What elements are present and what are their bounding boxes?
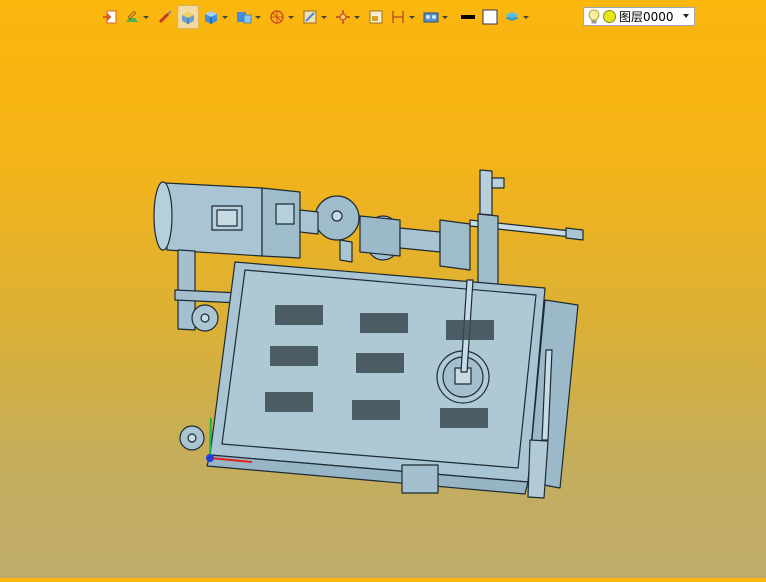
section-view-button[interactable] — [300, 6, 331, 28]
section-view-icon — [303, 10, 317, 24]
layer-select[interactable]: 图层0000 — [583, 7, 695, 26]
cad-model[interactable] — [0, 0, 766, 578]
fill-color-icon — [482, 9, 498, 25]
view-orient-icon — [270, 10, 284, 24]
fill-color-button[interactable] — [480, 6, 500, 28]
exit-sketch-button[interactable] — [100, 6, 120, 28]
view-orient-button[interactable] — [267, 6, 298, 28]
render-button[interactable] — [421, 6, 452, 28]
measure-icon — [392, 11, 404, 23]
frame-icon — [369, 10, 383, 24]
axis-y — [209, 417, 212, 459]
line-color-button[interactable] — [458, 6, 478, 28]
sketch-tools-icon — [126, 10, 138, 22]
view-toolbar — [100, 5, 533, 29]
sketch-tools-button[interactable] — [122, 6, 153, 28]
motor-end-cap — [153, 181, 173, 251]
measure-button[interactable] — [388, 6, 419, 28]
axis-origin — [206, 454, 214, 462]
shaded-view-icon — [182, 12, 194, 24]
layer-name: 图层0000 — [619, 10, 674, 24]
chevron-down-icon[interactable] — [683, 14, 689, 18]
display-mode-icon — [237, 12, 252, 24]
layer-color-dot — [603, 10, 616, 23]
solid-box-icon — [205, 11, 217, 24]
layer-stack-icon — [505, 12, 519, 21]
display-mode-button[interactable] — [234, 6, 265, 28]
render-icon — [423, 12, 439, 23]
brush-button[interactable] — [155, 6, 175, 28]
solid-box-button[interactable] — [201, 6, 232, 28]
frame-button[interactable] — [366, 6, 386, 28]
lightbulb-icon[interactable] — [587, 9, 601, 25]
snap-point-button[interactable] — [333, 6, 364, 28]
line-color-icon — [461, 15, 475, 19]
brush-icon — [158, 10, 172, 24]
shaded-view-button[interactable] — [177, 5, 199, 29]
3d-viewport[interactable] — [0, 0, 766, 578]
layer-stack-button[interactable] — [502, 6, 533, 28]
snap-point-icon — [336, 10, 350, 24]
exit-sketch-icon — [103, 10, 117, 24]
